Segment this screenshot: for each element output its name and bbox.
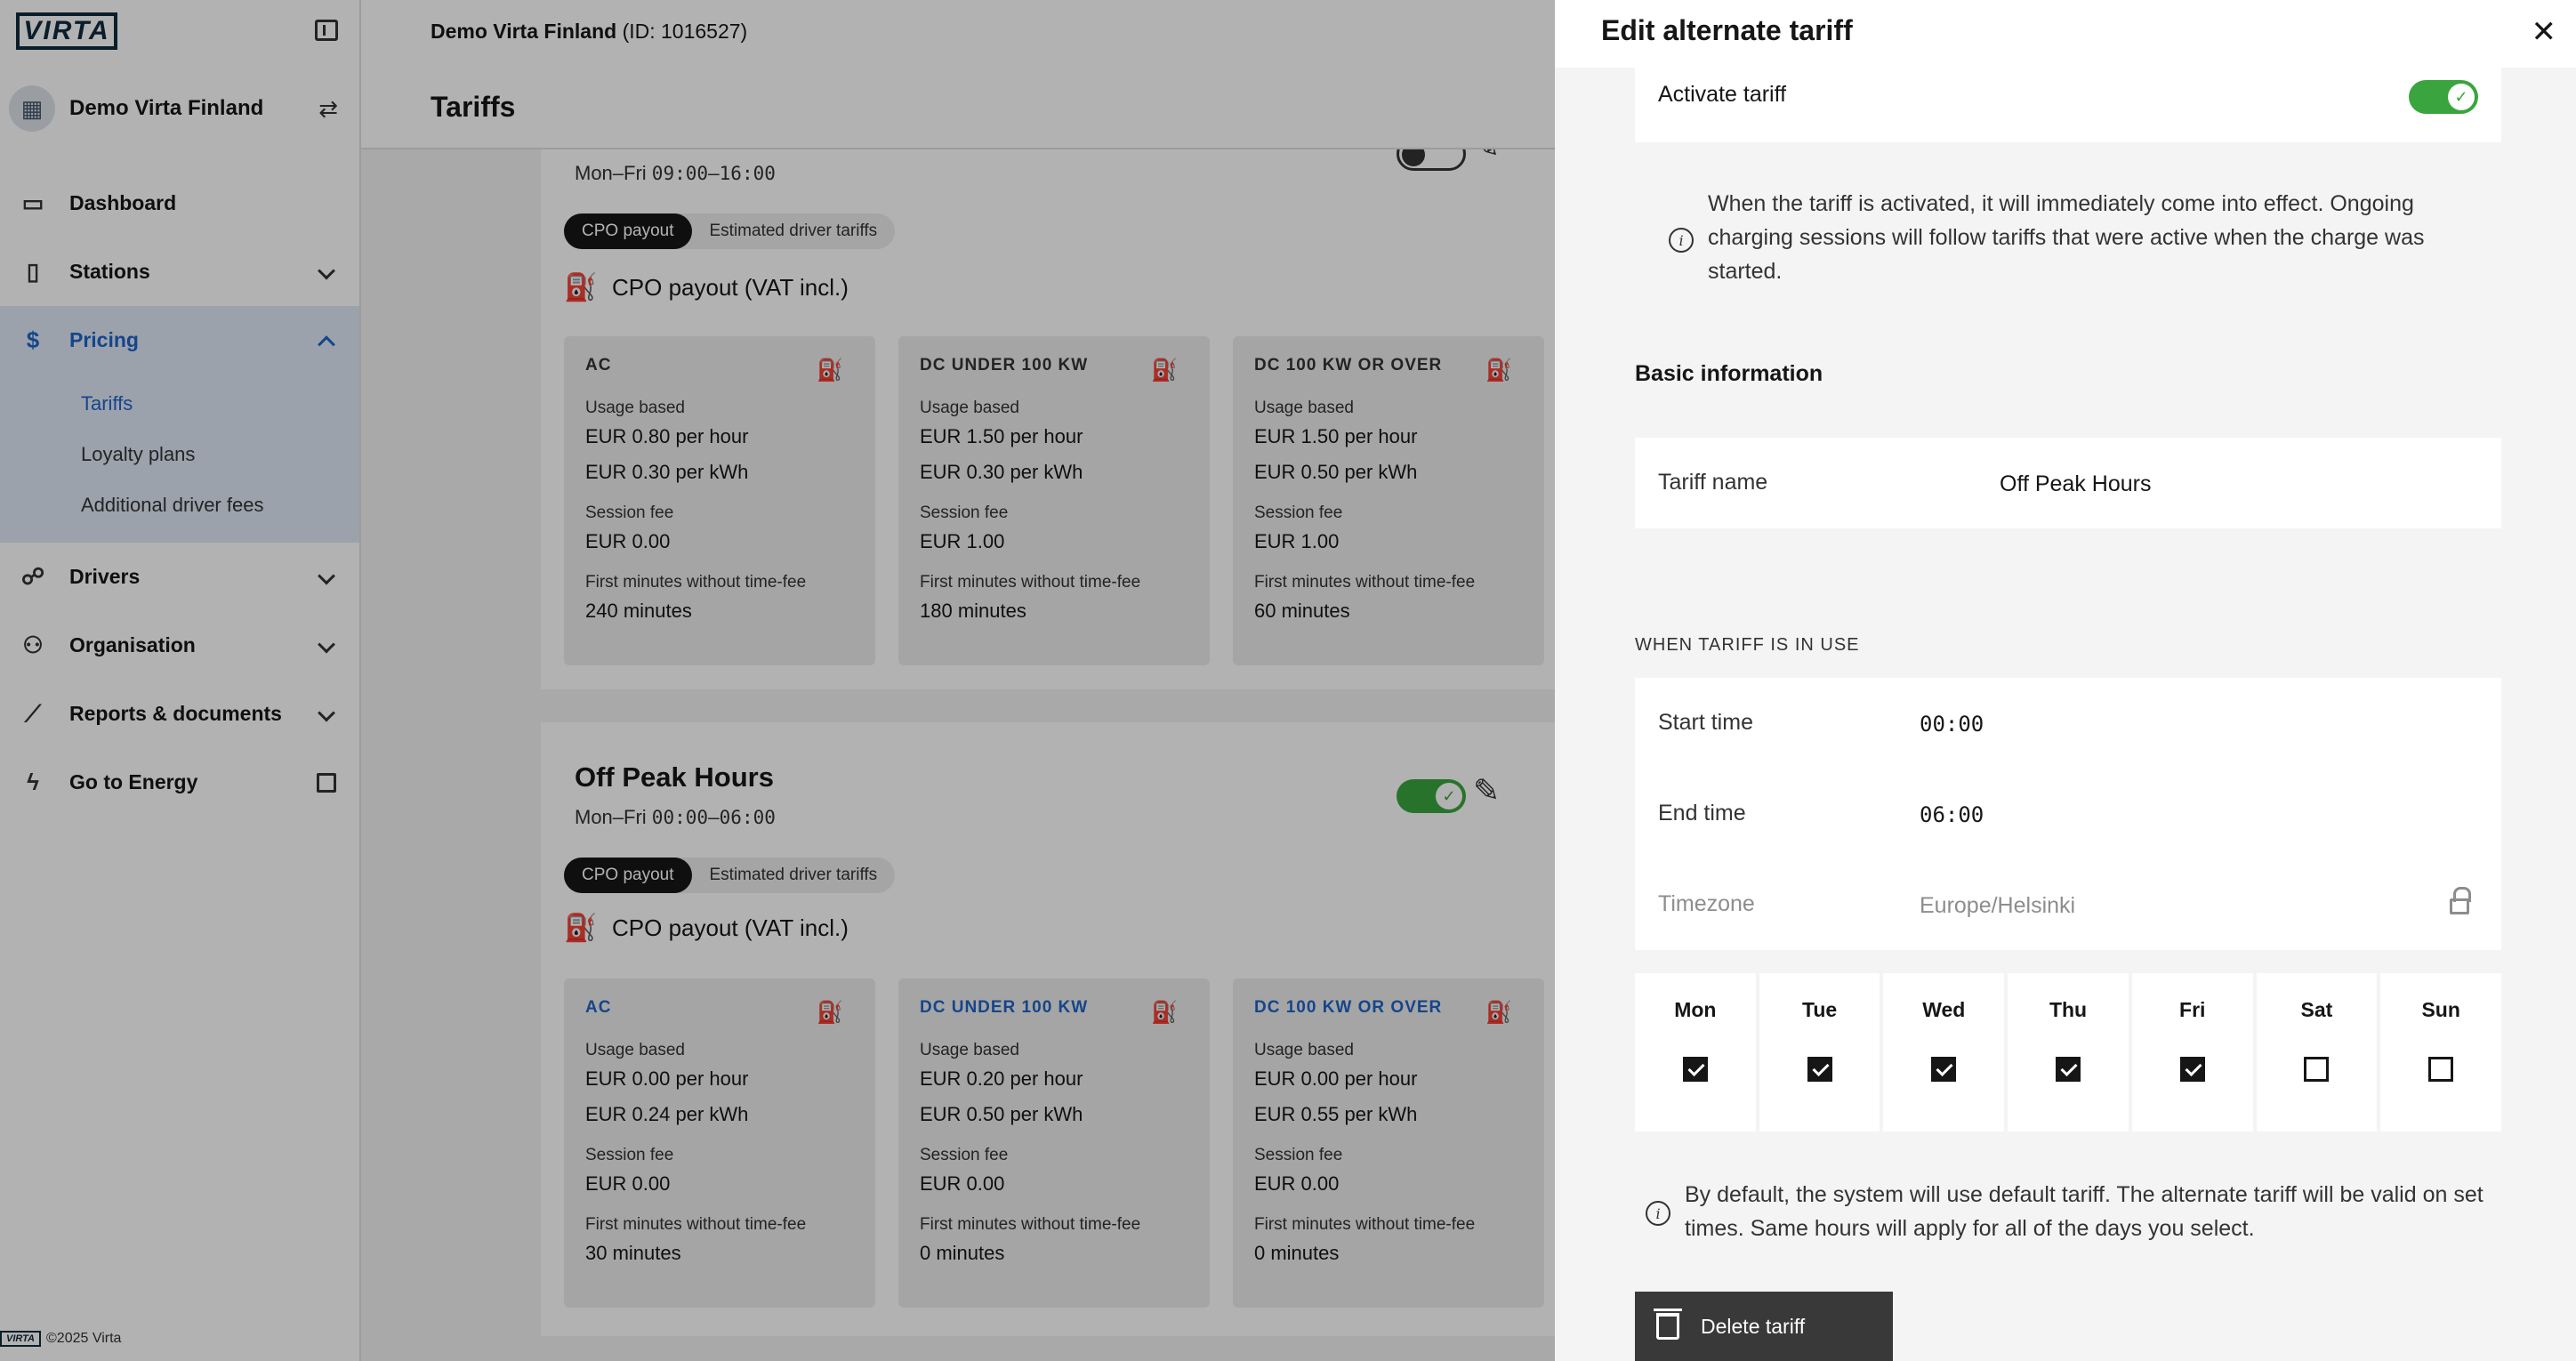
day-fri: Fri: [2131, 973, 2253, 1131]
tariff-name-field[interactable]: Tariff name Off Peak Hours: [1635, 438, 2501, 528]
drawer-title: Edit alternate tariff: [1601, 14, 1853, 46]
trash-icon: [1654, 1309, 1682, 1340]
drawer-header: Edit alternate tariff ✕: [1555, 0, 2576, 68]
day-label: Wed: [1922, 998, 1966, 1021]
end-time-input[interactable]: 06:00: [1920, 802, 1984, 827]
end-time-label: End time: [1658, 801, 1746, 825]
tariff-name-input[interactable]: Off Peak Hours: [2000, 471, 2151, 497]
day-wed: Wed: [1883, 973, 2005, 1131]
activate-panel: Activate tariff ✓: [1635, 68, 2501, 142]
basic-info-title: Basic information: [1635, 361, 1823, 386]
day-checkbox-sun[interactable]: [2428, 1057, 2454, 1082]
day-label: Sat: [2300, 998, 2333, 1021]
default-info-text: By default, the system will use default …: [1685, 1182, 2483, 1241]
timezone-label: Timezone: [1658, 891, 1755, 916]
day-sat: Sat: [2256, 973, 2378, 1131]
activate-info-text: When the tariff is activated, it will im…: [1708, 191, 2425, 284]
day-checkbox-sat[interactable]: [2304, 1057, 2330, 1082]
day-label: Mon: [1674, 998, 1717, 1021]
edit-tariff-drawer: Edit alternate tariff ✕ Activate tariff …: [1555, 0, 2576, 1361]
timezone-value: Europe/Helsinki: [1920, 893, 2076, 918]
day-checkbox-mon[interactable]: [1682, 1057, 1708, 1082]
day-label: Thu: [2049, 998, 2088, 1021]
weekday-selector: Mon Tue Wed Thu Fri Sat Sun: [1635, 973, 2502, 1131]
check-icon: ✓: [2448, 84, 2475, 110]
start-time-label: Start time: [1658, 710, 1753, 735]
delete-tariff-button[interactable]: Delete tariff: [1635, 1292, 1893, 1361]
activate-info: When the tariff is activated, it will im…: [1708, 187, 2491, 288]
day-label: Tue: [1801, 998, 1838, 1021]
activate-label: Activate tariff: [1658, 82, 1787, 107]
close-icon[interactable]: ✕: [2532, 14, 2557, 50]
modal-backdrop[interactable]: [0, 0, 1555, 1361]
activate-toggle[interactable]: ✓: [2409, 80, 2478, 114]
day-checkbox-fri[interactable]: [2179, 1057, 2205, 1082]
lock-icon: [2450, 887, 2471, 914]
info-icon: i: [1646, 1201, 1670, 1226]
delete-tariff-label: Delete tariff: [1701, 1314, 1806, 1338]
day-checkbox-tue[interactable]: [1807, 1057, 1832, 1082]
day-sun: Sun: [2380, 973, 2502, 1131]
tariff-name-label: Tariff name: [1658, 470, 1768, 495]
day-checkbox-thu[interactable]: [2056, 1057, 2081, 1082]
time-panel: Start time 00:00 End time 06:00 Timezone…: [1635, 678, 2501, 950]
day-mon: Mon: [1635, 973, 1756, 1131]
day-tue: Tue: [1759, 973, 1880, 1131]
when-in-use-caption: WHEN TARIFF IS IN USE: [1635, 635, 1860, 655]
day-label: Sun: [2421, 998, 2460, 1021]
day-thu: Thu: [2008, 973, 2129, 1131]
default-info: By default, the system will use default …: [1685, 1178, 2503, 1245]
day-label: Fri: [2179, 998, 2206, 1021]
start-time-input[interactable]: 00:00: [1920, 712, 1984, 737]
day-checkbox-wed[interactable]: [1931, 1057, 1957, 1082]
info-icon: i: [1669, 228, 1694, 253]
